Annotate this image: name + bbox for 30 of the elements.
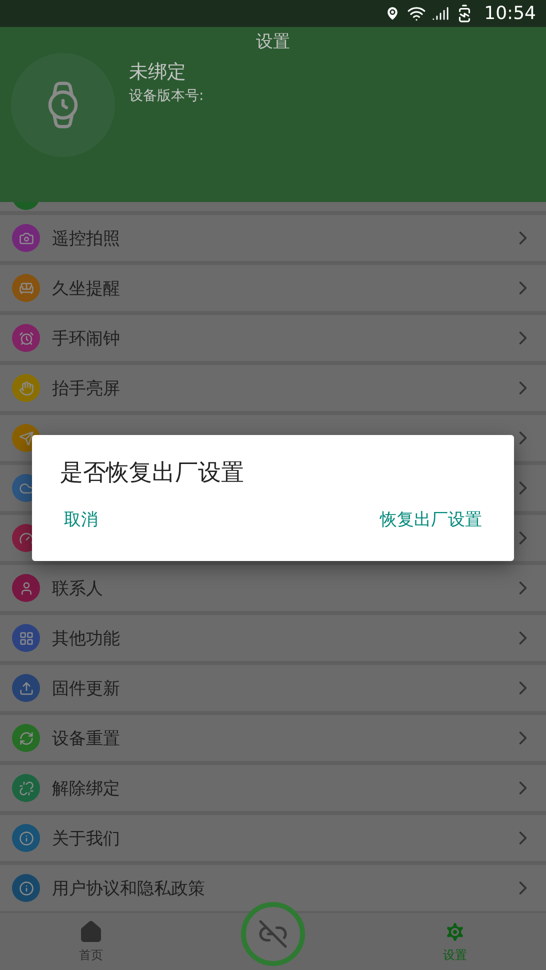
menu-label: 关于我们 [52, 828, 121, 850]
menu-row[interactable]: 久坐提醒 [0, 265, 546, 311]
menu-row[interactable]: 解除绑定 [0, 765, 546, 811]
nav-tab[interactable]: 首页 [71, 916, 111, 968]
menu-row[interactable]: 关于我们 [0, 815, 546, 861]
menu-label: 抬手亮屏 [52, 378, 121, 400]
menu-label: 解除绑定 [52, 778, 121, 800]
menu-row[interactable]: 抬手亮屏 [0, 365, 546, 411]
menu-label: 联系人 [52, 578, 104, 600]
menu-row[interactable]: 遥控拍照 [0, 215, 546, 261]
clock-time: 10:54 [484, 3, 536, 24]
menu-row[interactable]: 联系人 [0, 565, 546, 611]
menu-label: 遥控拍照 [52, 228, 121, 250]
menu-label: 固件更新 [52, 678, 121, 700]
menu-row[interactable]: 固件更新 [0, 665, 546, 711]
version-label: 设备版本号: [129, 87, 204, 105]
menu-row[interactable]: 手环闹钟 [0, 315, 546, 361]
dialog-button[interactable]: 恢复出厂设置 [376, 502, 486, 537]
dialog-button[interactable]: 取消 [60, 502, 102, 537]
menu-row[interactable]: 其他功能 [0, 615, 546, 661]
menu-label: 久坐提醒 [52, 278, 121, 300]
menu-label: 设备重置 [52, 728, 121, 750]
menu-row[interactable]: 用户协议和隐私政策 [0, 865, 546, 911]
menu-row[interactable]: 设备重置 [0, 715, 546, 761]
device-name: 未绑定 [129, 60, 187, 85]
menu-label: 手环闹钟 [52, 328, 121, 350]
page-title: 设置 [256, 31, 290, 53]
dialog-title: 是否恢复出厂设置 [60, 459, 244, 488]
menu-label: 其他功能 [52, 628, 121, 650]
menu-label: 用户协议和隐私政策 [52, 878, 206, 900]
